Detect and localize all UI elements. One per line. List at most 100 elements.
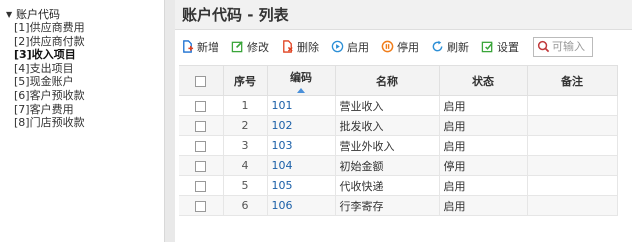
header-code-label: 编码 <box>290 70 312 84</box>
refresh-button-label: 刷新 <box>447 40 469 54</box>
row-status: 启用 <box>439 115 528 136</box>
row-seq: 2 <box>223 115 268 136</box>
main-panel: 账户代码 - 列表 新增 修改 删除 启用 停用 刷新 设置 可输入 序号 编码… <box>175 0 632 242</box>
row-checkbox[interactable] <box>195 140 207 152</box>
row-name: 行李寄存 <box>335 195 440 216</box>
header-remark: 备注 <box>527 65 618 96</box>
tree-item[interactable]: [5]现金账户 <box>6 75 164 89</box>
tree-item[interactable]: [7]客户费用 <box>6 103 164 117</box>
row-checkbox[interactable] <box>195 100 207 112</box>
search-icon <box>537 40 550 53</box>
settings-icon <box>481 41 493 53</box>
row-code[interactable]: 103 <box>267 135 336 156</box>
table-row[interactable]: 1 101 营业收入 启用 <box>179 95 618 116</box>
new-button[interactable]: 新增 <box>181 39 219 55</box>
row-checkbox-cell[interactable] <box>179 195 224 216</box>
row-code[interactable]: 104 <box>267 155 336 176</box>
search-input[interactable] <box>552 40 592 53</box>
table-row[interactable]: 4 104 初始金额 停用 <box>179 155 618 176</box>
row-remark <box>527 135 618 156</box>
row-seq: 3 <box>223 135 268 156</box>
disable-button-label: 停用 <box>397 40 419 54</box>
header-seq: 序号 <box>223 65 268 96</box>
tree-item[interactable]: [3]收入项目 <box>6 48 164 62</box>
row-code[interactable]: 106 <box>267 195 336 216</box>
row-code[interactable]: 101 <box>267 95 336 116</box>
row-name: 初始金额 <box>335 155 440 176</box>
settings-button-label: 设置 <box>497 40 519 54</box>
row-name: 批发收入 <box>335 115 440 136</box>
disable-button[interactable]: 停用 <box>381 39 419 55</box>
refresh-icon <box>432 40 443 52</box>
delete-button[interactable]: 删除 <box>281 39 319 55</box>
page-title: 账户代码 - 列表 <box>182 6 289 24</box>
table-row[interactable]: 2 102 批发收入 启用 <box>179 115 618 136</box>
row-checkbox[interactable] <box>195 180 207 192</box>
new-button-label: 新增 <box>197 40 219 54</box>
row-code[interactable]: 105 <box>267 175 336 196</box>
table-row[interactable]: 5 105 代收快递 启用 <box>179 175 618 196</box>
row-status: 启用 <box>439 175 528 196</box>
row-remark <box>527 155 618 176</box>
refresh-button[interactable]: 刷新 <box>431 39 469 55</box>
row-remark <box>527 95 618 116</box>
row-checkbox-cell[interactable] <box>179 135 224 156</box>
row-seq: 4 <box>223 155 268 176</box>
edit-button-label: 修改 <box>247 40 269 54</box>
row-code[interactable]: 102 <box>267 115 336 136</box>
row-checkbox[interactable] <box>195 200 207 212</box>
row-status: 启用 <box>439 195 528 216</box>
edit-icon <box>231 41 243 53</box>
splitter[interactable] <box>165 0 175 242</box>
new-file-icon <box>183 40 194 53</box>
account-table: 序号 编码 名称 状态 备注 1 101 营业收入 启用 2 102 批发收入 启用 3 103 营… <box>179 65 618 216</box>
account-tree: ▼ 账户代码 [1]供应商费用 [2]供应商付款 [3]收入项目 [4]支出项目 [5]… <box>0 0 165 242</box>
row-status: 停用 <box>439 155 528 176</box>
header-code[interactable]: 编码 <box>267 65 336 96</box>
row-remark <box>527 115 618 136</box>
play-circle-icon <box>331 40 344 53</box>
delete-file-icon <box>283 40 293 53</box>
search-box[interactable] <box>533 36 593 57</box>
header-select-all[interactable] <box>179 65 224 96</box>
row-status: 启用 <box>439 135 528 156</box>
row-seq: 5 <box>223 175 268 196</box>
toolbar: 新增 修改 删除 启用 停用 刷新 设置 可输入 <box>175 30 632 63</box>
row-checkbox-cell[interactable] <box>179 175 224 196</box>
row-name: 营业外收入 <box>335 135 440 156</box>
row-name: 营业收入 <box>335 95 440 116</box>
enable-button-label: 启用 <box>347 40 369 54</box>
tree-item[interactable]: [4]支出项目 <box>6 62 164 76</box>
row-status: 启用 <box>439 95 528 116</box>
table-row[interactable]: 3 103 营业外收入 启用 <box>179 135 618 156</box>
tree-root-label: 账户代码 <box>16 8 60 21</box>
caret-down-icon[interactable]: ▼ <box>6 10 16 19</box>
select-all-checkbox[interactable] <box>195 75 207 87</box>
row-checkbox[interactable] <box>195 160 207 172</box>
row-checkbox-cell[interactable] <box>179 95 224 116</box>
row-name: 代收快递 <box>335 175 440 196</box>
tree-item[interactable]: [6]客户预收款 <box>6 89 164 103</box>
row-checkbox-cell[interactable] <box>179 115 224 136</box>
pause-circle-icon <box>381 40 394 53</box>
row-seq: 6 <box>223 195 268 216</box>
header-name: 名称 <box>335 65 440 96</box>
row-remark <box>527 175 618 196</box>
table-row[interactable]: 6 106 行李寄存 启用 <box>179 195 618 216</box>
delete-button-label: 删除 <box>297 40 319 54</box>
enable-button[interactable]: 启用 <box>331 39 369 55</box>
settings-button[interactable]: 设置 <box>481 39 519 55</box>
tree-root[interactable]: ▼ 账户代码 <box>6 7 164 21</box>
sort-ascending-icon[interactable] <box>297 87 305 93</box>
header-status: 状态 <box>439 65 528 96</box>
row-seq: 1 <box>223 95 268 116</box>
tree-item[interactable]: [8]门店预收款 <box>6 116 164 130</box>
tree-item[interactable]: [1]供应商费用 <box>6 21 164 35</box>
tree-items: [1]供应商费用 [2]供应商付款 [3]收入项目 [4]支出项目 [5]现金账户 [6]… <box>6 21 164 130</box>
row-checkbox-cell[interactable] <box>179 155 224 176</box>
title-bar: 账户代码 - 列表 <box>175 0 632 30</box>
edit-button[interactable]: 修改 <box>231 39 269 55</box>
row-checkbox[interactable] <box>195 120 207 132</box>
tree-item[interactable]: [2]供应商付款 <box>6 35 164 49</box>
table-header-row: 序号 编码 名称 状态 备注 <box>179 65 618 96</box>
